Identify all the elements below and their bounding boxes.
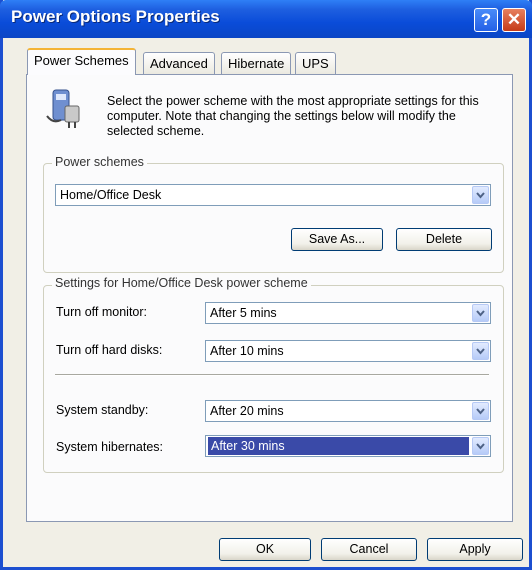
scheme-settings-legend: Settings for Home/Office Desk power sche… bbox=[52, 276, 311, 290]
power-scheme-select[interactable]: Home/Office Desk bbox=[55, 184, 491, 206]
help-button[interactable]: ? bbox=[474, 8, 498, 32]
window-title: Power Options Properties bbox=[11, 7, 220, 26]
tab-ups[interactable]: UPS bbox=[295, 52, 336, 74]
apply-button[interactable]: Apply bbox=[427, 538, 523, 561]
monitor-label: Turn off monitor: bbox=[56, 305, 148, 319]
hard-disks-timeout-select[interactable]: After 10 mins bbox=[205, 340, 491, 362]
save-as-button[interactable]: Save As... bbox=[291, 228, 383, 251]
power-schemes-group bbox=[43, 163, 504, 273]
chevron-down-icon[interactable] bbox=[472, 304, 489, 322]
monitor-timeout-value: After 5 mins bbox=[210, 306, 277, 320]
standby-timeout-select[interactable]: After 20 mins bbox=[205, 400, 491, 422]
power-schemes-legend: Power schemes bbox=[52, 155, 147, 169]
tab-hibernate[interactable]: Hibernate bbox=[221, 52, 292, 74]
close-button[interactable]: ✕ bbox=[502, 8, 526, 32]
chevron-down-icon[interactable] bbox=[472, 186, 489, 204]
power-plug-icon bbox=[46, 89, 80, 128]
hibernate-timeout-select[interactable]: After 30 mins bbox=[205, 435, 491, 457]
standby-label: System standby: bbox=[56, 403, 149, 417]
chevron-down-icon[interactable] bbox=[472, 402, 489, 420]
hard-disks-label: Turn off hard disks: bbox=[56, 343, 163, 357]
cancel-button[interactable]: Cancel bbox=[321, 538, 417, 561]
tab-power-schemes[interactable]: Power Schemes bbox=[27, 48, 136, 75]
ok-button[interactable]: OK bbox=[219, 538, 311, 561]
tab-advanced[interactable]: Advanced bbox=[143, 52, 215, 74]
settings-divider bbox=[55, 374, 489, 376]
delete-button[interactable]: Delete bbox=[396, 228, 492, 251]
power-options-window: Power Options Properties ? ✕ Power Schem… bbox=[0, 0, 532, 570]
chevron-down-icon[interactable] bbox=[472, 437, 489, 455]
power-scheme-value: Home/Office Desk bbox=[60, 188, 162, 202]
monitor-timeout-select[interactable]: After 5 mins bbox=[205, 302, 491, 324]
standby-timeout-value: After 20 mins bbox=[210, 404, 284, 418]
hard-disks-timeout-value: After 10 mins bbox=[210, 344, 284, 358]
intro-description: Select the power scheme with the most ap… bbox=[107, 94, 479, 138]
hibernate-timeout-value: After 30 mins bbox=[208, 437, 469, 455]
chevron-down-icon[interactable] bbox=[472, 342, 489, 360]
hibernate-label: System hibernates: bbox=[56, 440, 163, 454]
title-bar[interactable]: Power Options Properties ? ✕ bbox=[0, 0, 532, 38]
